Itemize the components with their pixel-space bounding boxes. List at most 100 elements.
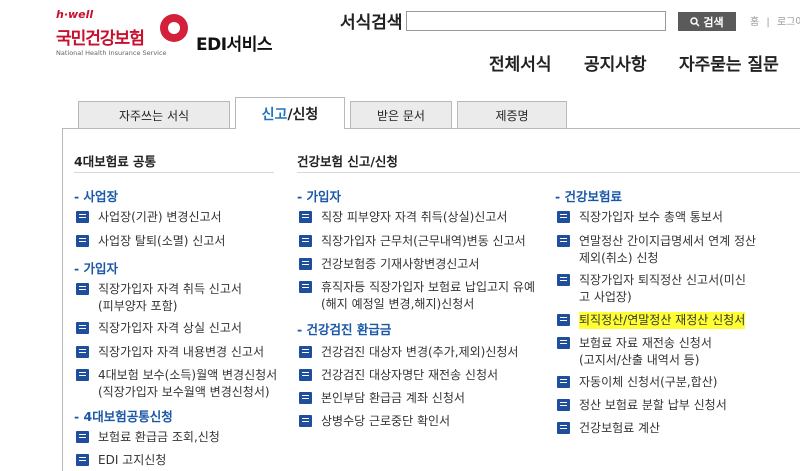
- form-item[interactable]: 건강검진 대상자 변경(추가,제외)신청서: [299, 344, 518, 361]
- document-icon: [76, 431, 89, 443]
- form-item-label: 직장가입자 자격 취득 신고서 (피부양자 포함): [98, 282, 242, 313]
- form-item-label: 직장가입자 근무처(근무내역)변동 신고서: [321, 234, 526, 248]
- form-item-label: 정산 보험료 분할 납부 신청서: [579, 398, 727, 412]
- section-checkup-refund: - 건강검진 환급금: [297, 322, 392, 337]
- document-icon: [299, 235, 312, 247]
- nav-faq[interactable]: 자주묻는 질문: [679, 50, 779, 75]
- search-icon: [690, 16, 700, 27]
- document-icon: [557, 337, 570, 349]
- form-item-label: 연말정산 간이지급명세서 연계 정산 제외(취소) 신청: [579, 234, 757, 265]
- tab-frequent-forms-label: 자주쓰는 서식: [118, 108, 190, 123]
- form-item[interactable]: 정산 보험료 분할 납부 신청서: [557, 397, 727, 414]
- form-item[interactable]: 보험료 자료 재전송 신청서 (고지서/산출 내역서 등): [557, 335, 712, 369]
- tab-report-apply-label-b: /신청: [287, 106, 319, 123]
- logo-name: 국민건강보험: [56, 29, 145, 49]
- form-item[interactable]: 휴직자등 직장가입자 보험료 납입고지 유예 (해지 예정일 변경,해지)신청서: [299, 279, 535, 313]
- document-icon: [76, 454, 89, 466]
- col2-heading: 건강보험 신고/신청: [297, 154, 398, 169]
- nav-notices[interactable]: 공지사항: [584, 50, 647, 75]
- document-icon: [76, 235, 89, 247]
- section-subscriber: - 가입자: [74, 261, 119, 276]
- search-button[interactable]: 검색: [678, 12, 736, 31]
- form-item[interactable]: 본인부담 환급금 계좌 신청서: [299, 390, 465, 407]
- document-icon: [76, 322, 89, 334]
- form-item[interactable]: 직장 피부양자 자격 취득(상실)신고서: [299, 209, 507, 226]
- form-item[interactable]: 건강보험료 계산: [557, 420, 660, 437]
- col1-heading: 4대보험료 공통: [74, 154, 157, 169]
- form-item-label: 4대보험 보수(소득)월액 변경신청서 (직장가입자 보수월액 변경신청서): [98, 368, 278, 399]
- home-link[interactable]: 홈: [750, 17, 759, 28]
- document-icon: [557, 422, 570, 434]
- section-health-premium: - 건강보험료: [555, 189, 623, 204]
- search-input[interactable]: [406, 11, 666, 31]
- tab-frequent-forms[interactable]: 자주쓰는 서식: [78, 101, 230, 128]
- tab-certificates-label: 제증명: [495, 108, 529, 123]
- form-item[interactable]: 연말정산 간이지급명세서 연계 정산 제외(취소) 신청: [557, 233, 756, 267]
- search-label: 서식검색: [340, 13, 403, 33]
- tab-certificates[interactable]: 제증명: [457, 101, 567, 128]
- document-icon: [557, 376, 570, 388]
- form-item[interactable]: 상병수당 근로중단 확인서: [299, 413, 450, 430]
- form-item-highlighted[interactable]: 퇴직정산/연말정산 재정산 신청서: [557, 312, 746, 329]
- document-icon: [299, 258, 312, 270]
- nav-all-forms[interactable]: 전체서식: [489, 50, 552, 75]
- document-icon: [76, 283, 89, 295]
- document-icon: [557, 399, 570, 411]
- form-item[interactable]: 직장가입자 퇴직정산 신고서(미신 고 사업장): [557, 272, 746, 306]
- form-item-label: 직장가입자 자격 내용변경 신고서: [98, 345, 265, 359]
- tab-bar-line: [62, 128, 800, 129]
- logout-link[interactable]: 로그아웃: [777, 17, 800, 28]
- form-item-label: 사업장 탈퇴(소멸) 신고서: [98, 234, 226, 248]
- form-item[interactable]: 건강보험증 기재사항변경신고서: [299, 256, 479, 273]
- form-item-label: 보험료 환급금 조회,신청: [98, 430, 220, 444]
- document-icon: [299, 415, 312, 427]
- document-icon: [299, 211, 312, 223]
- form-item-label: 건강보험증 기재사항변경신고서: [321, 257, 480, 271]
- section-subscriber-health: - 가입자: [297, 189, 342, 204]
- form-item[interactable]: 자동이체 신청서(구분,합산): [557, 374, 717, 391]
- col1-divider: [74, 172, 274, 173]
- form-item-label: 상병수당 근로중단 확인서: [321, 414, 451, 428]
- document-icon: [76, 346, 89, 358]
- form-item[interactable]: 직장가입자 보수 총액 통보서: [557, 209, 723, 226]
- form-item-label: 건강보험료 계산: [579, 421, 661, 435]
- heart-logo-icon: [160, 14, 188, 42]
- tab-report-apply[interactable]: 신고/신청: [235, 97, 345, 129]
- form-item[interactable]: 보험료 환급금 조회,신청: [76, 429, 220, 446]
- form-item-label: 사업장(기관) 변경신고서: [98, 210, 222, 224]
- form-item[interactable]: EDI 고지신청: [76, 452, 166, 469]
- section-4insurance-common: - 4대보험공통신청: [74, 409, 173, 424]
- tab-report-apply-label-a: 신고: [261, 106, 288, 123]
- tab-received-docs-label: 받은 문서: [377, 108, 425, 123]
- document-icon: [299, 369, 312, 381]
- form-item[interactable]: 직장가입자 자격 내용변경 신고서: [76, 344, 264, 361]
- form-item[interactable]: 직장가입자 근무처(근무내역)변동 신고서: [299, 233, 526, 250]
- form-item-label: 본인부담 환급금 계좌 신청서: [321, 391, 465, 405]
- form-item[interactable]: 사업장 탈퇴(소멸) 신고서: [76, 233, 225, 250]
- document-icon: [76, 211, 89, 223]
- form-item[interactable]: 4대보험 보수(소득)월액 변경신청서 (직장가입자 보수월액 변경신청서): [76, 367, 277, 401]
- document-icon: [557, 314, 570, 326]
- form-item-label: 직장 피부양자 자격 취득(상실)신고서: [321, 210, 508, 224]
- form-item[interactable]: 사업장(기관) 변경신고서: [76, 209, 222, 226]
- document-icon: [557, 211, 570, 223]
- logo-hwell-text: h·well: [56, 8, 94, 21]
- util-separator: |: [766, 17, 770, 28]
- form-item-label: EDI 고지신청: [98, 453, 167, 467]
- form-item[interactable]: 직장가입자 자격 상실 신고서: [76, 320, 242, 337]
- form-item-label: 자동이체 신청서(구분,합산): [579, 375, 718, 389]
- form-item-label: 직장가입자 퇴직정산 신고서(미신 고 사업장): [579, 273, 746, 304]
- document-icon: [557, 235, 570, 247]
- edi-service-title: EDI서비스: [196, 35, 272, 55]
- form-item-label: 건강검진 대상자 변경(추가,제외)신청서: [321, 345, 519, 359]
- form-item[interactable]: 직장가입자 자격 취득 신고서 (피부양자 포함): [76, 281, 242, 315]
- form-item-label: 휴직자등 직장가입자 보험료 납입고지 유예 (해지 예정일 변경,해지)신청서: [321, 280, 535, 311]
- utility-links: 홈 | 로그아웃: [750, 13, 800, 28]
- col2-divider: [297, 172, 800, 173]
- section-workplace: - 사업장: [74, 189, 119, 204]
- form-item-label: 직장가입자 자격 상실 신고서: [98, 321, 242, 335]
- form-item-label: 직장가입자 보수 총액 통보서: [579, 210, 723, 224]
- tab-received-docs[interactable]: 받은 문서: [350, 101, 452, 128]
- form-item[interactable]: 건강검진 대상자명단 재전송 신청서: [299, 367, 498, 384]
- nhis-logo[interactable]: h·well 국민건강보험 National Health Insurance …: [56, 8, 286, 68]
